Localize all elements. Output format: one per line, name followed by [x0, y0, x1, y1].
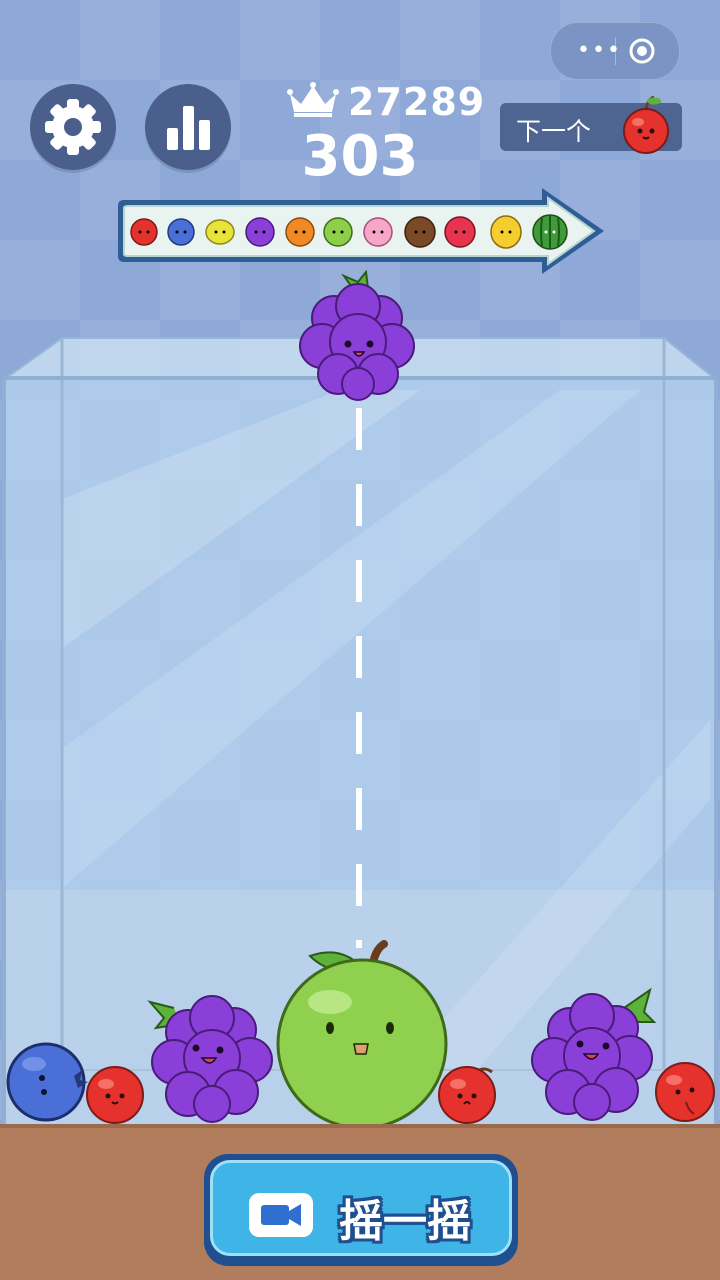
miniprogram-capsule: ••• [550, 22, 680, 80]
best-score: 27289 [286, 78, 486, 128]
best-score-value: 27289 [348, 80, 486, 124]
tank-green-apple [276, 940, 448, 1130]
shake-button[interactable]: 摇一摇 [204, 1154, 518, 1266]
tank-cherry [438, 1066, 496, 1124]
chain-fruit-coconut [404, 216, 436, 248]
chain-fruit-dragon-fruit [444, 216, 476, 248]
tank-cherry [86, 1066, 144, 1124]
tank-grape [147, 995, 273, 1123]
chain-fruit-blueberry [167, 218, 195, 246]
next-fruit-panel: 下一个 [500, 95, 682, 154]
video-camera-icon [249, 1193, 313, 1237]
capsule-divider [615, 37, 616, 65]
crown-icon [287, 82, 339, 117]
leaderboard-button[interactable] [145, 84, 231, 170]
next-cherry-icon [623, 95, 669, 154]
chain-fruit-watermelon [532, 214, 568, 250]
tank-grape [531, 987, 657, 1121]
held-grape[interactable] [294, 270, 424, 410]
chain-fruit-pineapple [490, 215, 522, 249]
drop-guide-line [356, 408, 362, 948]
chain-fruit-lemon [205, 219, 235, 245]
bar-chart-icon [167, 106, 210, 150]
next-label: 下一个 [516, 117, 592, 146]
chain-fruit-peach [363, 217, 393, 247]
settings-button[interactable] [30, 84, 116, 170]
chain-fruit-cherry [130, 218, 158, 246]
chain-fruit-orange [285, 217, 315, 247]
chain-fruit-grape [245, 217, 275, 247]
chain-fruit-green-apple [323, 217, 353, 247]
shake-label: 摇一摇 [339, 1196, 471, 1247]
tank-blueberry [6, 1042, 88, 1122]
gear-icon [45, 99, 101, 155]
tank-cherry [655, 1062, 715, 1122]
target-icon[interactable] [629, 38, 655, 64]
current-score: 303 [301, 124, 419, 189]
shake-button-face: 摇一摇 [210, 1160, 512, 1256]
evolution-chain [118, 188, 604, 274]
